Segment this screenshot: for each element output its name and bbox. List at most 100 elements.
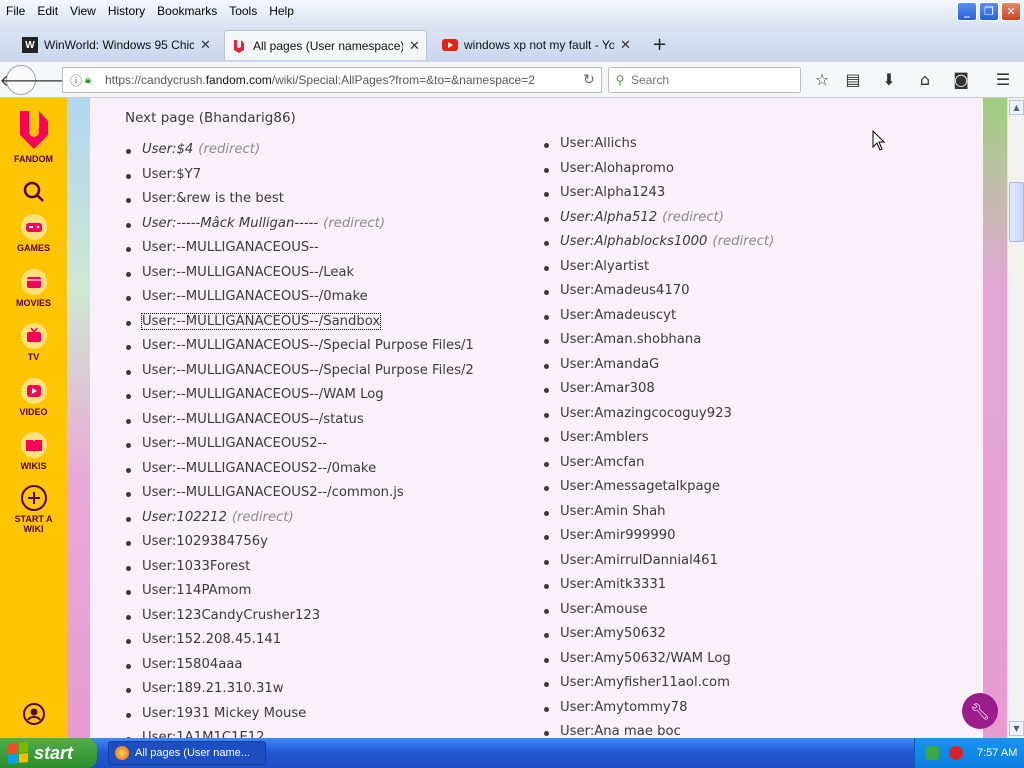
- scroll-up-arrow-icon[interactable]: ▲: [1009, 100, 1024, 115]
- user-page-link[interactable]: User:Ana mae boc: [560, 724, 681, 738]
- user-page-list-item[interactable]: User:--MULLIGANACEOUS--/Special Purpose …: [126, 334, 474, 359]
- user-page-list-item[interactable]: User:--MULLIGANACEOUS--/Special Purpose …: [126, 359, 474, 384]
- user-page-list-item[interactable]: User:Aman.shobhana: [543, 328, 774, 353]
- user-page-link[interactable]: User:--MULLIGANACEOUS--/Sandbox: [140, 312, 382, 330]
- user-page-list-item[interactable]: User:Amir999990: [543, 524, 774, 549]
- user-page-list-item[interactable]: User:--MULLIGANACEOUS2--/common.js: [126, 481, 474, 506]
- tab-close-icon[interactable]: ✕: [620, 37, 631, 53]
- user-page-link[interactable]: User:AmandaG: [560, 357, 659, 372]
- user-page-link[interactable]: User:15804aaa: [142, 657, 242, 672]
- user-page-link[interactable]: User:Amar308: [560, 381, 655, 396]
- user-page-list-item[interactable]: User:AmandaG: [543, 353, 774, 378]
- user-page-link[interactable]: User:Amadeus4170: [560, 283, 690, 298]
- user-page-list-item[interactable]: User:--MULLIGANACEOUS--/0make: [126, 285, 474, 310]
- url-bar[interactable]: ⓘ 🔒︎ https://candycrush.fandom.com/wiki/…: [62, 67, 602, 93]
- user-page-list-item[interactable]: User:Amazingcocoguy923: [543, 402, 774, 427]
- user-page-link[interactable]: User:Amcfan: [560, 455, 644, 470]
- user-page-link[interactable]: User:--MULLIGANACEOUS--/WAM Log: [142, 387, 384, 402]
- page-scrollbar[interactable]: ▲ ▼: [1007, 98, 1024, 738]
- home-icon[interactable]: ⌂: [914, 70, 936, 89]
- fandom-wikis[interactable]: WIKIS: [0, 431, 67, 471]
- tab-close-icon[interactable]: ✕: [409, 38, 420, 54]
- user-page-link[interactable]: User:Amyfisher11aol.com: [560, 675, 730, 690]
- network-icon[interactable]: [925, 746, 939, 760]
- user-page-link[interactable]: User:Alpha1243: [560, 185, 665, 200]
- user-page-link[interactable]: User:Amessagetalkpage: [560, 479, 720, 494]
- tab-all-pages[interactable]: All pages (User namespace) | … ✕: [224, 30, 427, 60]
- scroll-down-arrow-icon[interactable]: ▼: [1009, 721, 1024, 736]
- new-tab-icon[interactable]: +: [652, 34, 667, 55]
- fandom-video[interactable]: VIDEO: [0, 377, 67, 417]
- user-page-list-item[interactable]: User:--MULLIGANACEOUS--/Leak: [126, 261, 474, 286]
- bookmark-star-icon[interactable]: ☆: [811, 70, 833, 89]
- user-page-link[interactable]: User:Amy50632/WAM Log: [560, 651, 731, 666]
- user-page-list-item[interactable]: User:--MULLIGANACEOUS2--/0make: [126, 457, 474, 482]
- user-page-link[interactable]: User:Amir999990: [560, 528, 676, 543]
- user-page-list-item[interactable]: User:Alyartist: [543, 255, 774, 280]
- user-page-list-item[interactable]: User:Amessagetalkpage: [543, 475, 774, 500]
- user-page-link[interactable]: User:--MULLIGANACEOUS2--/0make: [142, 461, 376, 476]
- user-page-link[interactable]: User:Amitk3331: [560, 577, 666, 592]
- user-page-link[interactable]: User:Alohapromo: [560, 161, 674, 176]
- user-page-list-item[interactable]: User:1A1M1C1E12: [126, 726, 474, 738]
- user-page-list-item[interactable]: User:--MULLIGANACEOUS--: [126, 236, 474, 261]
- scroll-thumb[interactable]: [1009, 182, 1024, 242]
- user-page-link[interactable]: User:1033Forest: [142, 559, 250, 574]
- user-page-link[interactable]: User:-----Mâck Mulligan-----: [142, 216, 318, 231]
- user-page-link[interactable]: User:1931 Mickey Mouse: [142, 706, 306, 721]
- user-page-list-item[interactable]: User:Alohapromo: [543, 157, 774, 182]
- reload-icon[interactable]: ↻: [577, 72, 601, 88]
- user-page-list-item[interactable]: User:Amitk3331: [543, 573, 774, 598]
- minimize-button[interactable]: _: [957, 2, 977, 21]
- user-page-link[interactable]: User:--MULLIGANACEOUS--/Leak: [142, 265, 354, 280]
- fandom-logo[interactable]: FANDOM: [0, 106, 67, 164]
- info-icon[interactable]: ⓘ: [67, 72, 85, 89]
- user-page-list-item[interactable]: User:Alpha512 (redirect): [543, 206, 774, 231]
- user-page-list-item[interactable]: User:-----Mâck Mulligan----- (redirect): [126, 212, 474, 237]
- user-page-link[interactable]: User:$4: [142, 142, 193, 157]
- user-page-list-item[interactable]: User:Amytommy78: [543, 696, 774, 721]
- user-page-list-item[interactable]: User:&rew is the best: [126, 187, 474, 212]
- user-page-link[interactable]: User:189.21.310.31w: [142, 681, 284, 696]
- user-page-link[interactable]: User:Amouse: [560, 602, 648, 617]
- menu-bookmarks[interactable]: Bookmarks: [151, 4, 223, 18]
- menu-file[interactable]: File: [0, 4, 31, 18]
- user-page-list-item[interactable]: User:Amin Shah: [543, 500, 774, 525]
- restore-button[interactable]: ❐: [979, 2, 999, 21]
- url-text[interactable]: https://candycrush.fandom.com/wiki/Speci…: [105, 73, 577, 87]
- user-page-list-item[interactable]: User:1029384756y: [126, 530, 474, 555]
- fandom-search[interactable]: [0, 178, 67, 206]
- user-page-list-item[interactable]: User:Amyfisher11aol.com: [543, 671, 774, 696]
- fandom-games[interactable]: GAMES: [0, 213, 67, 253]
- user-page-link[interactable]: User:--MULLIGANACEOUS2--/common.js: [142, 485, 404, 500]
- menu-help[interactable]: Help: [263, 4, 300, 18]
- user-page-list-item[interactable]: User:114PAmom: [126, 579, 474, 604]
- tab-winworld[interactable]: W WinWorld: Windows 95 Chicago ✕: [16, 30, 217, 60]
- user-page-link[interactable]: User:--MULLIGANACEOUS2--: [142, 436, 327, 451]
- hamburger-menu-icon[interactable]: ☰: [992, 70, 1014, 89]
- back-arrow-icon[interactable]: 🡐: [0, 65, 42, 95]
- fandom-tv[interactable]: TV: [0, 322, 67, 362]
- user-page-list-item[interactable]: User:--MULLIGANACEOUS--/status: [126, 408, 474, 433]
- fandom-start-wiki[interactable]: START A WIKI: [0, 484, 67, 534]
- user-page-list-item[interactable]: User:1931 Mickey Mouse: [126, 702, 474, 727]
- search-input[interactable]: [631, 73, 791, 87]
- search-bar[interactable]: ⚲: [608, 67, 801, 93]
- user-page-list-item[interactable]: User:189.21.310.31w: [126, 677, 474, 702]
- user-page-list-item[interactable]: User:--MULLIGANACEOUS2--: [126, 432, 474, 457]
- user-page-list-item[interactable]: User:Amcfan: [543, 451, 774, 476]
- taskbar-firefox-window[interactable]: All pages (User name...: [108, 741, 266, 765]
- wrench-tools-icon[interactable]: 🔧︎: [962, 693, 998, 729]
- menu-tools[interactable]: Tools: [223, 4, 263, 18]
- user-page-list-item[interactable]: User:Alphablocks1000 (redirect): [543, 230, 774, 255]
- user-page-list-item[interactable]: User:AmirrulDannial461: [543, 549, 774, 574]
- user-page-link[interactable]: User:--MULLIGANACEOUS--/0make: [142, 289, 368, 304]
- security-shield-icon[interactable]: [949, 746, 963, 760]
- tab-close-icon[interactable]: ✕: [200, 37, 211, 53]
- user-page-list-item[interactable]: User:--MULLIGANACEOUS--/WAM Log: [126, 383, 474, 408]
- menu-view[interactable]: View: [64, 4, 102, 18]
- user-page-link[interactable]: User:Aman.shobhana: [560, 332, 701, 347]
- fandom-movies[interactable]: MOVIES: [0, 268, 67, 308]
- user-page-list-item[interactable]: User:123CandyCrusher123: [126, 604, 474, 629]
- user-page-link[interactable]: User:Amy50632: [560, 626, 666, 641]
